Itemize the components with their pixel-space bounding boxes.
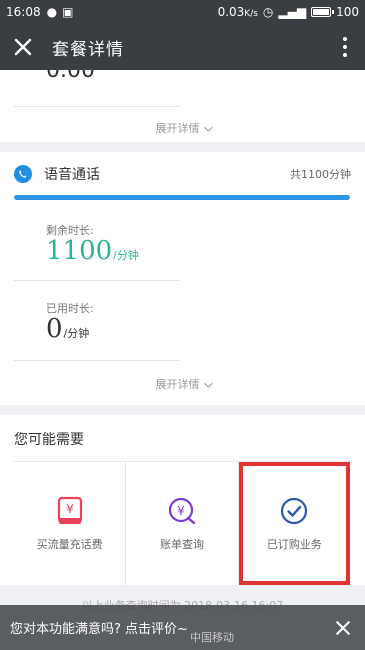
divider [14,360,180,361]
clock: 16:08 [6,5,41,19]
buy-data-recharge-button[interactable]: ¥ 买流量充话费 [14,462,127,585]
check-circle-icon [281,497,308,524]
partial-value: 0.00 [46,70,95,83]
voice-progress-bar [14,195,350,200]
alarm-icon: ◷ [262,5,274,19]
network-speed: 0.03K/s [217,5,258,19]
voice-card: 语音通话 共1100分钟 剩余时长: 1100/分钟 已用时长: 0/分钟 展开… [0,152,365,405]
bill-query-button[interactable]: ¥ 账单查询 [126,462,239,585]
voice-title: 语音通话 [44,167,100,183]
close-icon [14,38,32,56]
recommend-title: 您可能需要 [14,432,84,448]
carrier-text: 中国移动 [190,631,234,644]
bill-yuan-icon: ¥ [168,497,196,524]
feedback-text[interactable]: 您对本功能满意吗? 点击评价~ [10,618,188,637]
message-icon: ● [46,5,58,19]
title-bar: 套餐详情 [0,24,365,70]
signal-icon: ▂▄▆ [278,5,307,19]
recommend-card: 您可能需要 ¥ 买流量充话费 ¥ 账单查询 已订购业务 [0,415,365,585]
feedback-toast[interactable]: 您对本功能满意吗? 点击评价~ 中国移动 [0,605,365,650]
voice-total: 共1100分钟 [290,168,351,181]
divider [14,280,180,281]
phone-icon [14,165,32,183]
close-button[interactable] [0,24,46,70]
wallet-yuan-icon: ¥ [57,496,82,524]
battery-icon [311,7,335,17]
svg-text:¥: ¥ [66,502,74,516]
expand-details-link[interactable]: 展开详情 [0,120,365,136]
status-bar: 16:08 ● ▣ 0.03K/s ◷ ▂▄▆ 100 [0,0,365,24]
voice-progress-fill [14,195,350,200]
chevron-down-icon [203,379,213,388]
more-options-button[interactable] [325,24,365,70]
page-title: 套餐详情 [52,39,124,60]
close-toast-icon[interactable] [331,616,355,640]
subscribed-services-button[interactable]: 已订购业务 [238,462,350,585]
notification-icon: ▣ [62,5,74,19]
content-scroll[interactable]: 0.00 展开详情 语音通话 共1100分钟 剩余时长: 1100/分钟 已用时… [0,70,365,650]
expand-details-link[interactable]: 展开详情 [0,376,365,392]
remaining-value: 1100/分钟 [46,236,139,266]
recommend-grid: ¥ 买流量充话费 ¥ 账单查询 已订购业务 [14,461,350,585]
svg-text:¥: ¥ [177,504,185,518]
chevron-down-icon [203,123,213,132]
more-dot-icon [343,37,347,41]
used-value: 0/分钟 [46,314,90,344]
previous-card: 0.00 展开详情 [0,70,365,142]
battery-level: 100 [336,5,359,19]
divider [14,106,180,107]
